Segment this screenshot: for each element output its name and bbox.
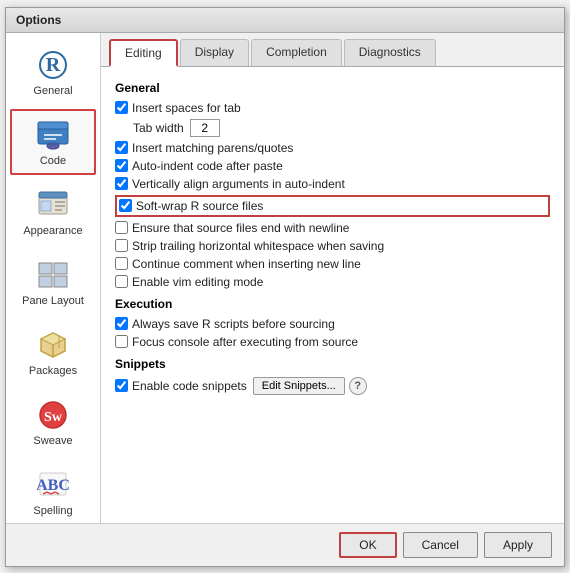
checkbox-insert-matching[interactable] [115, 141, 128, 154]
tab-width-row: Tab width [115, 119, 550, 137]
sidebar-label-code: Code [40, 155, 66, 167]
option-continue-comment: Continue comment when inserting new line [115, 257, 550, 271]
sidebar-item-appearance[interactable]: Appearance [10, 179, 96, 245]
general-icon: R [35, 47, 71, 83]
label-soft-wrap: Soft-wrap R source files [136, 199, 263, 213]
label-continue-comment: Continue comment when inserting new line [132, 257, 361, 271]
main-content: Editing Display Completion Diagnostics G… [101, 33, 564, 523]
option-snippets: Enable code snippets Edit Snippets... ? [115, 377, 550, 395]
checkbox-always-save[interactable] [115, 317, 128, 330]
label-insert-spaces: Insert spaces for tab [132, 101, 241, 115]
options-dialog: Options R General [5, 7, 565, 567]
tab-completion[interactable]: Completion [251, 39, 342, 66]
label-always-save: Always save R scripts before sourcing [132, 317, 335, 331]
tab-display[interactable]: Display [180, 39, 249, 66]
option-auto-indent: Auto-indent code after paste [115, 159, 550, 173]
option-always-save: Always save R scripts before sourcing [115, 317, 550, 331]
tab-width-input[interactable] [190, 119, 220, 137]
label-ensure-newline: Ensure that source files end with newlin… [132, 221, 349, 235]
checkbox-insert-spaces[interactable] [115, 101, 128, 114]
snippets-help-button[interactable]: ? [349, 377, 367, 395]
ok-button[interactable]: OK [339, 532, 396, 558]
option-insert-spaces: Insert spaces for tab [115, 101, 550, 115]
checkbox-vertically-align[interactable] [115, 177, 128, 190]
appearance-icon [35, 187, 71, 223]
option-ensure-newline: Ensure that source files end with newlin… [115, 221, 550, 235]
sidebar-label-general: General [33, 85, 72, 97]
snippets-section-title: Snippets [115, 357, 550, 371]
checkbox-ensure-newline[interactable] [115, 221, 128, 234]
label-insert-matching: Insert matching parens/quotes [132, 141, 293, 155]
checkbox-continue-comment[interactable] [115, 257, 128, 270]
sidebar-label-appearance: Appearance [23, 225, 82, 237]
checkbox-vim-mode[interactable] [115, 275, 128, 288]
checkbox-auto-indent[interactable] [115, 159, 128, 172]
sidebar-label-spelling: Spelling [33, 505, 72, 517]
general-section-title: General [115, 81, 550, 95]
sidebar-item-general[interactable]: R General [10, 39, 96, 105]
sidebar-label-sweave: Sweave [33, 435, 72, 447]
checkbox-snippets[interactable] [115, 379, 128, 392]
packages-icon [35, 327, 71, 363]
svg-text:ABC: ABC [37, 477, 69, 494]
label-snippets: Enable code snippets [132, 379, 247, 393]
title-bar: Options [6, 8, 564, 33]
sidebar: R General Code [6, 33, 101, 523]
code-icon [35, 117, 71, 153]
apply-button[interactable]: Apply [484, 532, 552, 558]
sidebar-item-spelling[interactable]: ABC Spelling [10, 459, 96, 523]
option-vim-mode: Enable vim editing mode [115, 275, 550, 289]
label-focus-console: Focus console after executing from sourc… [132, 335, 358, 349]
label-strip-whitespace: Strip trailing horizontal whitespace whe… [132, 239, 384, 253]
checkbox-focus-console[interactable] [115, 335, 128, 348]
dialog-footer: OK Cancel Apply [6, 523, 564, 566]
option-strip-whitespace: Strip trailing horizontal whitespace whe… [115, 239, 550, 253]
editing-panel: General Insert spaces for tab Tab width … [101, 67, 564, 523]
option-focus-console: Focus console after executing from sourc… [115, 335, 550, 349]
sweave-icon: Sw [35, 397, 71, 433]
label-vim-mode: Enable vim editing mode [132, 275, 263, 289]
edit-snippets-button[interactable]: Edit Snippets... [253, 377, 345, 395]
execution-section-title: Execution [115, 297, 550, 311]
sidebar-item-code[interactable]: Code [10, 109, 96, 175]
dialog-title: Options [16, 13, 61, 27]
tab-diagnostics[interactable]: Diagnostics [344, 39, 436, 66]
tab-bar: Editing Display Completion Diagnostics [101, 33, 564, 67]
svg-text:R: R [46, 54, 61, 76]
option-insert-matching: Insert matching parens/quotes [115, 141, 550, 155]
sidebar-label-packages: Packages [29, 365, 77, 377]
sidebar-label-pane-layout: Pane Layout [22, 295, 84, 307]
tab-width-label: Tab width [133, 121, 184, 135]
spelling-icon: ABC [35, 467, 71, 503]
checkbox-strip-whitespace[interactable] [115, 239, 128, 252]
label-auto-indent: Auto-indent code after paste [132, 159, 283, 173]
label-vertically-align: Vertically align arguments in auto-inden… [132, 177, 345, 191]
option-soft-wrap-highlighted: Soft-wrap R source files [115, 195, 550, 217]
cancel-button[interactable]: Cancel [403, 532, 478, 558]
option-vertically-align: Vertically align arguments in auto-inden… [115, 177, 550, 191]
sidebar-item-pane-layout[interactable]: Pane Layout [10, 249, 96, 315]
svg-text:Sw: Sw [44, 410, 63, 425]
pane-layout-icon [35, 257, 71, 293]
sidebar-item-packages[interactable]: Packages [10, 319, 96, 385]
checkbox-soft-wrap[interactable] [119, 199, 132, 212]
tab-editing[interactable]: Editing [109, 39, 178, 67]
sidebar-item-sweave[interactable]: Sw Sweave [10, 389, 96, 455]
dialog-body: R General Code [6, 33, 564, 523]
